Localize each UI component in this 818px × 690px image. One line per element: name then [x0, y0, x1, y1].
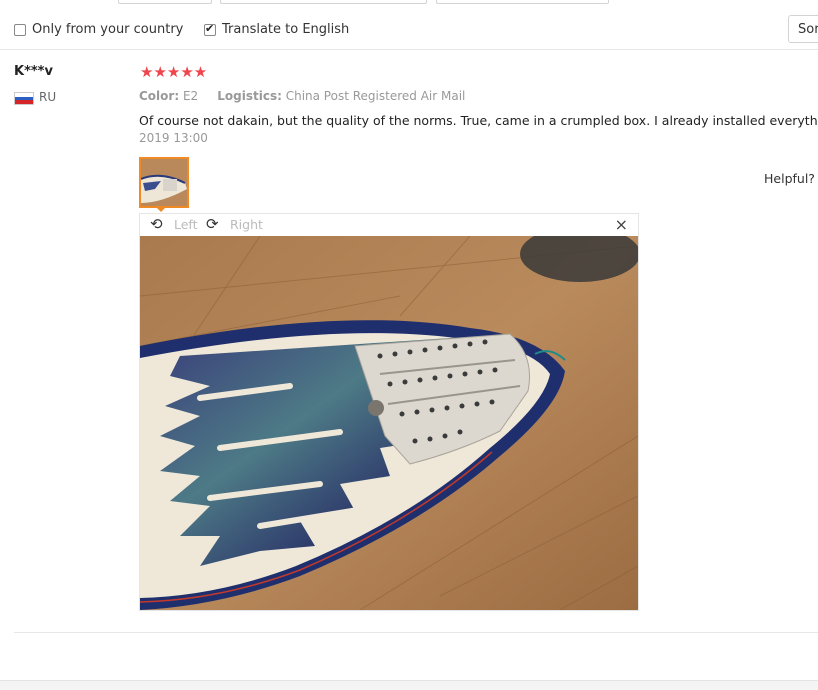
close-icon[interactable]: × — [615, 215, 628, 234]
filter-select-1[interactable] — [118, 0, 212, 4]
sort-label: Sor — [798, 22, 818, 37]
color-value: E2 — [182, 89, 199, 103]
only-country-label[interactable]: Only from your country — [32, 22, 183, 37]
thumbnail-pointer — [155, 206, 167, 212]
review-photo-thumbnail[interactable] — [139, 157, 189, 208]
photo-viewer: ⟲ Left ⟳ Right × — [139, 213, 639, 611]
color-label: Color: — [139, 89, 180, 103]
filter-select-3[interactable] — [436, 0, 609, 4]
next-review-edge — [0, 680, 818, 690]
buyer-name: K***v — [14, 64, 53, 79]
rotate-right-label[interactable]: Right — [230, 217, 263, 232]
review-filter-bar: Only from your country Translate to Engl… — [0, 10, 818, 50]
helpful-link[interactable]: Helpful? — [764, 171, 815, 186]
review-meta: Color: E2 Logistics: China Post Register… — [139, 89, 465, 103]
rotate-left-icon[interactable]: ⟲ — [150, 215, 163, 233]
translate-label[interactable]: Translate to English — [222, 22, 349, 37]
review-date: 2019 13:00 — [139, 131, 208, 145]
filter-select-2[interactable] — [220, 0, 427, 4]
logistics-value: China Post Registered Air Mail — [285, 89, 466, 103]
sort-select[interactable]: Sor — [788, 15, 818, 43]
buyer-country: RU — [39, 90, 57, 104]
translate-checkbox[interactable] — [204, 22, 216, 36]
logistics-label: Logistics: — [217, 89, 282, 103]
russia-flag-icon — [14, 92, 34, 105]
rotate-left-label[interactable]: Left — [174, 217, 198, 232]
review-text: Of course not dakain, but the quality of… — [139, 113, 818, 128]
viewer-toolbar: ⟲ Left ⟳ Right × — [140, 214, 638, 236]
only-country-checkbox[interactable] — [14, 24, 26, 36]
rating-stars: ★★★★★ — [140, 63, 208, 81]
review-divider — [14, 632, 818, 633]
surfboard-photo — [140, 236, 638, 610]
review-photo-large — [140, 236, 638, 610]
rotate-right-icon[interactable]: ⟳ — [206, 215, 219, 233]
